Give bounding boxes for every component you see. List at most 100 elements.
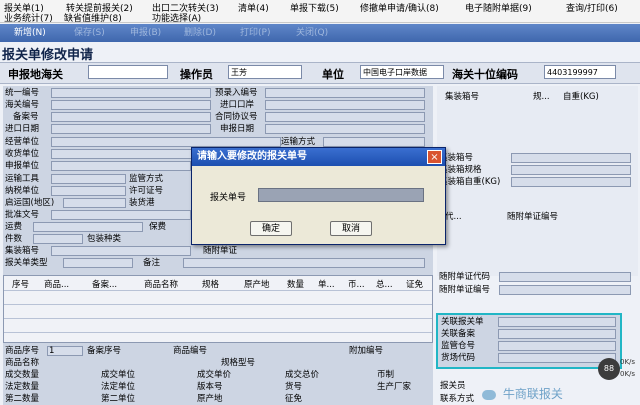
customs-input[interactable] — [88, 65, 168, 79]
approval-no-input[interactable] — [51, 210, 191, 220]
label-supervision-mode: 监管方式 — [129, 174, 164, 184]
import-port-input[interactable] — [265, 100, 425, 110]
label-receiver: 收货单位 — [5, 149, 40, 159]
menu-query-print[interactable]: 查询/打印(6) — [566, 1, 618, 14]
declaration-type-input[interactable] — [63, 258, 133, 268]
contract-no-input[interactable] — [265, 112, 425, 122]
label-declarant: 申报单位 — [5, 161, 40, 171]
customs-no-input[interactable] — [51, 100, 211, 110]
save-button[interactable]: 保存(S) — [70, 27, 109, 39]
label-unified-no: 统一编号 — [5, 88, 40, 98]
ok-button[interactable]: 确定 — [250, 221, 292, 236]
menu-e-docs[interactable]: 电子随附单据(9) — [465, 1, 532, 14]
record-no-input[interactable] — [51, 112, 211, 122]
label-currency: 币制 — [377, 370, 395, 380]
print-button[interactable]: 打印(P) — [236, 27, 274, 39]
close-button[interactable]: 关闭(Q) — [292, 27, 332, 39]
menu-modify-revoke[interactable]: 修撤单申请/确认(8) — [360, 1, 439, 14]
delete-button[interactable]: 删除(D) — [180, 27, 220, 39]
label-origin-country: 启运国(地区) — [5, 198, 55, 208]
label-spec-model: 规格型号 — [221, 358, 256, 368]
container-weight-input[interactable] — [511, 177, 631, 187]
container-panel: 集装箱号 规... 自重(KG) 集装箱号 集装箱规格 集装箱自重(KG) 代.… — [437, 86, 638, 282]
label-contact: 联系方式 — [440, 394, 475, 404]
label-right-weight: 自重(KG) — [563, 92, 599, 102]
form-title: 报关单修改申请 — [2, 48, 94, 63]
col-unit: 单... — [318, 280, 335, 290]
col-currency: 币... — [348, 280, 365, 290]
label-item-no: 货号 — [285, 382, 303, 392]
tax-unit-input[interactable] — [51, 186, 126, 196]
menu-statistics[interactable]: 业务统计(7) — [4, 11, 53, 24]
container-no-input[interactable] — [51, 246, 191, 256]
watermark-text: 牛商联报关 — [502, 387, 563, 401]
col-origin: 原产地 — [244, 280, 270, 290]
label-pieces: 件数 — [5, 234, 23, 244]
customs-label: 申报地海关 — [8, 68, 63, 81]
label-doc-no: 随附单证编号 — [439, 285, 491, 295]
operator-label: 操作员 — [180, 68, 213, 81]
label-second-qty: 第二数量 — [5, 394, 40, 404]
menu-defaults[interactable]: 缺省值维护(8) — [64, 11, 122, 24]
label-tax-unit: 纳税单位 — [5, 186, 40, 196]
speed-indicator: 88 — [598, 358, 620, 380]
dialog-title: 请输入要修改的报关单号 — [192, 148, 445, 166]
grid-line — [4, 290, 432, 291]
label-contract-no: 合同协议号 — [215, 112, 258, 122]
unified-no-input[interactable] — [51, 88, 211, 98]
related-declaration-input[interactable] — [498, 317, 616, 327]
label-right-container: 集装箱号 — [445, 92, 480, 102]
label-deal-unit: 成交单位 — [101, 370, 136, 380]
declare-date-input[interactable] — [265, 124, 425, 134]
declaration-no-label: 报关单号 — [210, 193, 247, 203]
label-related-declaration: 关联报关单 — [441, 317, 484, 327]
declare-button[interactable]: 申报(B) — [126, 27, 165, 39]
label-doc-no-head: 随附单证编号 — [507, 212, 559, 222]
declaration-no-input[interactable] — [258, 188, 424, 202]
col-goods: 商品... — [44, 280, 70, 290]
container-no2-input[interactable] — [511, 153, 631, 163]
label-broker: 报关员 — [440, 381, 466, 391]
doc-code-input[interactable] — [499, 272, 631, 282]
unit-field: 中国电子口岸数据 — [360, 65, 444, 79]
grid-line — [4, 318, 432, 319]
label-legal-unit: 法定单位 — [101, 382, 136, 392]
container-spec-input[interactable] — [511, 165, 631, 175]
label-insurance: 保费 — [149, 222, 167, 232]
freight-input[interactable] — [33, 222, 143, 232]
yard-code-input[interactable] — [498, 353, 616, 363]
label-loading-port: 装货港 — [129, 198, 155, 208]
unit-label: 单位 — [322, 68, 344, 81]
doc-no-input[interactable] — [499, 285, 631, 295]
label-business-unit: 经营单位 — [5, 137, 40, 147]
remarks-input[interactable] — [183, 258, 425, 268]
label-container-no: 集装箱号 — [5, 246, 40, 256]
cancel-button[interactable]: 取消 — [330, 221, 372, 236]
col-seq: 序号 — [12, 280, 30, 290]
menu-list[interactable]: 清单(4) — [238, 1, 269, 14]
dialog-close-button[interactable]: × — [427, 150, 442, 164]
pieces-input[interactable] — [33, 234, 83, 244]
label-remarks: 备注 — [143, 258, 161, 268]
import-date-input[interactable] — [51, 124, 211, 134]
menu-download[interactable]: 单报下载(5) — [290, 1, 339, 14]
label-goods-seq: 商品序号 — [5, 346, 40, 356]
label-yard-code: 货场代码 — [441, 353, 476, 363]
related-record-input[interactable] — [498, 329, 616, 339]
transport-mode-input[interactable] — [323, 137, 425, 147]
transport-input[interactable] — [51, 174, 126, 184]
label-container-weight: 集装箱自重(KG) — [439, 177, 501, 187]
col-record: 备案... — [92, 280, 118, 290]
label-manufacturer: 生产厂家 — [377, 382, 412, 392]
label-deal-price: 成交单价 — [197, 370, 232, 380]
label-doc-code-head: 代... — [445, 212, 462, 222]
menu-function-select[interactable]: 功能选择(A) — [152, 11, 201, 24]
prerecord-no-input[interactable] — [265, 88, 425, 98]
declarant-input[interactable] — [51, 161, 191, 171]
origin-country-input[interactable] — [63, 198, 126, 208]
business-unit-input[interactable] — [51, 137, 281, 147]
label-freight: 运费 — [5, 222, 23, 232]
new-button[interactable]: 新增(N) — [10, 27, 50, 39]
operator-field: 王芳 — [228, 65, 302, 79]
warehouse-no-input[interactable] — [498, 341, 616, 351]
